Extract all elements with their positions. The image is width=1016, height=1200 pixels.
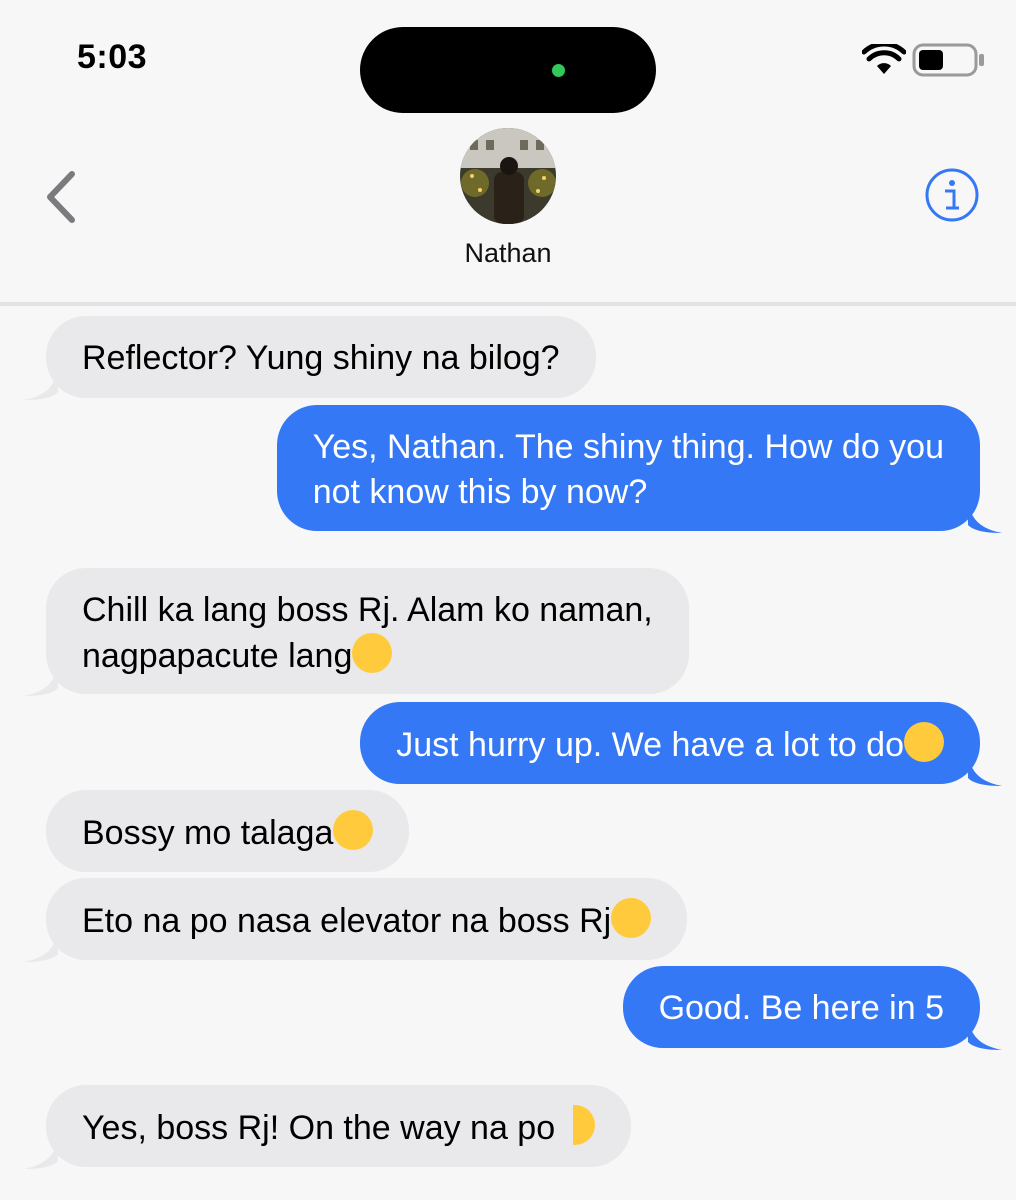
bubble-tail — [968, 503, 1002, 533]
message-text: Reflector? Yung shiny na bilog? — [82, 339, 560, 377]
bubble-tail — [24, 666, 58, 696]
message-text: Just hurry up. We have a lot to do — [396, 726, 904, 764]
message-text-line: nagpapacute lang — [82, 637, 353, 675]
pensive-emoji-icon — [611, 898, 652, 938]
contact-name[interactable]: Nathan — [0, 238, 1016, 269]
back-chevron-icon[interactable] — [40, 168, 84, 226]
bubble-tail — [24, 932, 58, 962]
conversation-header: Nathan — [0, 110, 1016, 304]
message-bubble-incoming[interactable]: Chill ka lang boss Rj. Alam ko naman, na… — [24, 568, 689, 696]
message-bubble-incoming[interactable]: Eto na po nasa elevator na boss Rj — [24, 878, 688, 962]
bubble-tail — [968, 1020, 1002, 1050]
message-text: Eto na po nasa elevator na boss Rj — [82, 902, 612, 940]
message-text: Yes, boss Rj! On the way na po — [82, 1109, 556, 1147]
message-bubble-incoming[interactable]: Yes, boss Rj! On the way na po — [24, 1085, 632, 1169]
header-divider — [0, 302, 1016, 306]
message-text-line: not know this by now? — [312, 473, 648, 511]
bubble-tail — [24, 370, 58, 400]
crying-emoji-icon — [333, 810, 374, 850]
dynamic-island — [360, 27, 656, 113]
camera-indicator-dot — [552, 64, 565, 77]
status-bar: 5:03 — [0, 0, 1016, 113]
message-bubble-incoming[interactable]: Bossy mo talaga — [46, 790, 410, 872]
battery-icon — [912, 43, 984, 77]
status-time: 5:03 — [77, 38, 148, 76]
message-bubble-incoming[interactable]: Reflector? Yung shiny na bilog? — [24, 316, 596, 400]
message-bubble-outgoing[interactable]: Just hurry up. We have a lot to do — [360, 702, 1002, 786]
bubble-tail — [24, 1139, 58, 1169]
saluting-emoji-icon — [573, 1105, 596, 1145]
info-icon[interactable] — [923, 166, 981, 224]
message-text: Good. Be here in 5 — [658, 989, 944, 1027]
contact-avatar[interactable] — [460, 128, 556, 224]
tears-of-joy-emoji-icon — [352, 633, 393, 673]
eye-roll-emoji-icon — [904, 722, 944, 762]
message-text-line: Yes, Nathan. The shiny thing. How do you — [312, 428, 944, 466]
message-bubble-outgoing[interactable]: Good. Be here in 5 — [622, 966, 1002, 1050]
message-text: Bossy mo talaga — [82, 814, 334, 852]
message-bubble-outgoing[interactable]: Yes, Nathan. The shiny thing. How do you… — [276, 405, 1002, 533]
wifi-icon — [862, 44, 906, 74]
bubble-tail — [968, 756, 1002, 786]
message-text-line: Chill ka lang boss Rj. Alam ko naman, — [82, 591, 653, 629]
